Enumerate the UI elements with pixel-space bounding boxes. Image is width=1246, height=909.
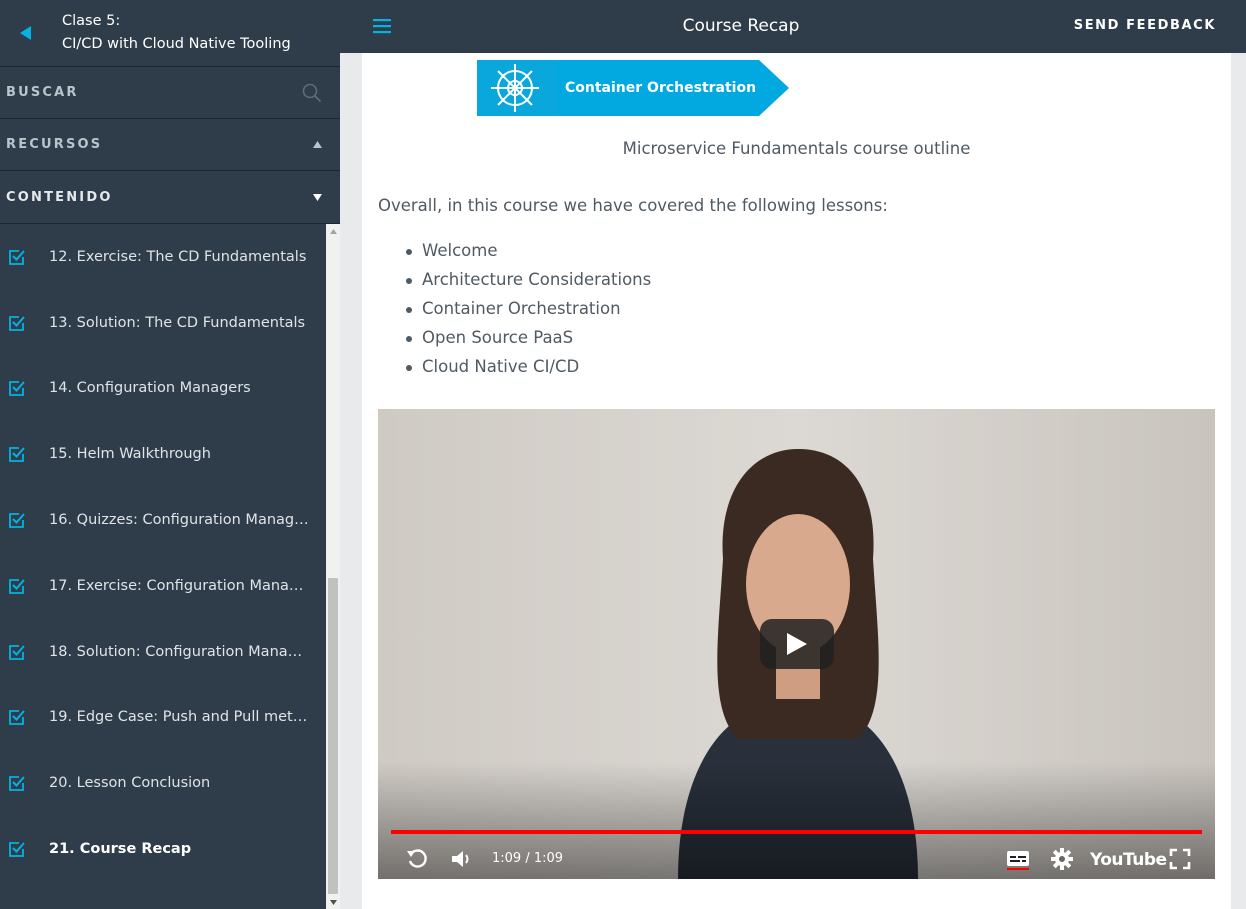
lesson-number: Clase 5: xyxy=(62,13,121,29)
list-scrollbar[interactable] xyxy=(326,224,340,909)
list-item[interactable]: 15. Helm Walkthrough xyxy=(0,421,326,487)
scroll-down-button[interactable] xyxy=(326,895,340,909)
checkbox-checked-icon xyxy=(9,578,25,594)
checkbox-checked-icon xyxy=(9,776,25,792)
video-progress-fill xyxy=(391,830,1202,834)
back-arrow-icon xyxy=(20,26,31,40)
checkbox-checked-icon xyxy=(9,249,25,265)
lessons-list: Welcome Architecture Considerations Cont… xyxy=(405,241,651,386)
video-time: 1:09 / 1:09 xyxy=(492,851,564,866)
search-row[interactable]: BUSCAR xyxy=(0,67,340,119)
checkbox-checked-icon xyxy=(9,315,25,331)
resources-row[interactable]: RECURSOS xyxy=(0,119,340,171)
list-item: Cloud Native CI/CD xyxy=(405,357,651,386)
play-button[interactable] xyxy=(760,619,834,669)
helm-wheel-icon xyxy=(491,64,539,112)
list-item[interactable]: 16. Quizzes: Configuration Managers xyxy=(0,487,326,553)
resources-label: RECURSOS xyxy=(6,137,103,152)
search-icon xyxy=(302,83,322,102)
content-list: 12. Exercise: The CD Fundamentals 13. So… xyxy=(0,224,326,909)
fullscreen-icon xyxy=(1169,848,1191,870)
content-row[interactable]: CONTENIDO xyxy=(0,171,340,225)
subtitles-button[interactable] xyxy=(1004,845,1032,873)
list-item-label: 17. Exercise: Configuration Managers xyxy=(49,577,311,594)
top-bar: Course Recap SEND FEEDBACK xyxy=(340,0,1246,53)
list-item-label: 21. Course Recap xyxy=(49,841,192,858)
lesson-name: CI/CD with Cloud Native Tooling xyxy=(62,36,291,52)
image-caption: Microservice Fundamentals course outline xyxy=(622,139,971,158)
intro-text: Overall, in this course we have covered … xyxy=(378,196,888,215)
video-controls: 1:09 / 1:09 YouTube xyxy=(378,839,1215,879)
scroll-down-arrow-icon xyxy=(329,899,337,905)
list-item[interactable]: 13. Solution: The CD Fundamentals xyxy=(0,290,326,356)
list-item: Welcome xyxy=(405,241,651,270)
main-content: Container Orchestration Microservice Fun… xyxy=(362,53,1231,909)
sidebar: Clase 5: CI/CD with Cloud Native Tooling… xyxy=(0,0,340,909)
list-item[interactable]: 17. Exercise: Configuration Managers xyxy=(0,553,326,619)
lesson-title: Clase 5: CI/CD with Cloud Native Tooling xyxy=(62,10,291,56)
volume-icon xyxy=(452,851,469,867)
list-item[interactable]: 18. Solution: Configuration Managers xyxy=(0,619,326,685)
back-button[interactable] xyxy=(0,0,52,67)
page-title: Course Recap xyxy=(682,16,800,36)
list-item-label: 16. Quizzes: Configuration Managers xyxy=(49,512,311,529)
checkbox-checked-icon xyxy=(9,447,25,463)
play-icon xyxy=(787,633,807,655)
list-item[interactable]: 19. Edge Case: Push and Pull methods xyxy=(0,685,326,751)
list-item[interactable]: 12. Exercise: The CD Fundamentals xyxy=(0,224,326,290)
list-item: Container Orchestration xyxy=(405,299,651,328)
gear-icon xyxy=(1051,848,1073,870)
replay-icon xyxy=(407,849,427,868)
volume-button[interactable] xyxy=(447,845,475,873)
checkbox-checked-icon xyxy=(9,381,25,397)
content-label: CONTENIDO xyxy=(6,189,113,205)
list-item[interactable]: 20. Lesson Conclusion xyxy=(0,750,326,816)
sidebar-header: Clase 5: CI/CD with Cloud Native Tooling xyxy=(0,0,340,67)
checkbox-checked-icon xyxy=(9,513,25,528)
video-player[interactable]: 1:09 / 1:09 YouTube xyxy=(378,409,1215,879)
video-progress-bar[interactable] xyxy=(391,830,1202,834)
banner-text: Container Orchestration xyxy=(565,80,756,96)
list-item-label: 18. Solution: Configuration Managers xyxy=(49,643,311,660)
youtube-logo[interactable]: YouTube xyxy=(1090,850,1167,870)
checkbox-checked-icon xyxy=(9,710,25,726)
send-feedback-button[interactable]: SEND FEEDBACK xyxy=(1074,18,1216,33)
list-item-label: 19. Edge Case: Push and Pull methods xyxy=(49,709,311,726)
checkbox-checked-icon xyxy=(9,644,25,660)
list-item-label: 13. Solution: The CD Fundamentals xyxy=(49,314,306,331)
search-label: BUSCAR xyxy=(6,85,79,100)
settings-button[interactable] xyxy=(1048,845,1076,873)
checkbox-checked-icon xyxy=(9,842,25,857)
list-item-label: 15. Helm Walkthrough xyxy=(49,446,211,463)
list-item-active[interactable]: 21. Course Recap xyxy=(0,816,326,882)
list-item: Open Source PaaS xyxy=(405,328,651,357)
fullscreen-button[interactable] xyxy=(1166,845,1194,873)
list-item: Architecture Considerations xyxy=(405,270,651,299)
scroll-up-button[interactable] xyxy=(326,224,340,238)
list-item-label: 14. Configuration Managers xyxy=(49,380,251,397)
list-item-label: 12. Exercise: The CD Fundamentals xyxy=(49,248,307,265)
scroll-thumb[interactable] xyxy=(328,578,338,894)
replay-button[interactable] xyxy=(403,845,431,873)
triangle-down-icon xyxy=(313,193,322,201)
subtitles-icon xyxy=(1007,851,1029,870)
triangle-up-icon xyxy=(313,141,322,148)
list-item-label: 20. Lesson Conclusion xyxy=(49,775,211,792)
list-item[interactable]: 14. Configuration Managers xyxy=(0,356,326,422)
container-orchestration-banner: Container Orchestration xyxy=(477,60,789,116)
scroll-up-arrow-icon xyxy=(329,228,337,234)
